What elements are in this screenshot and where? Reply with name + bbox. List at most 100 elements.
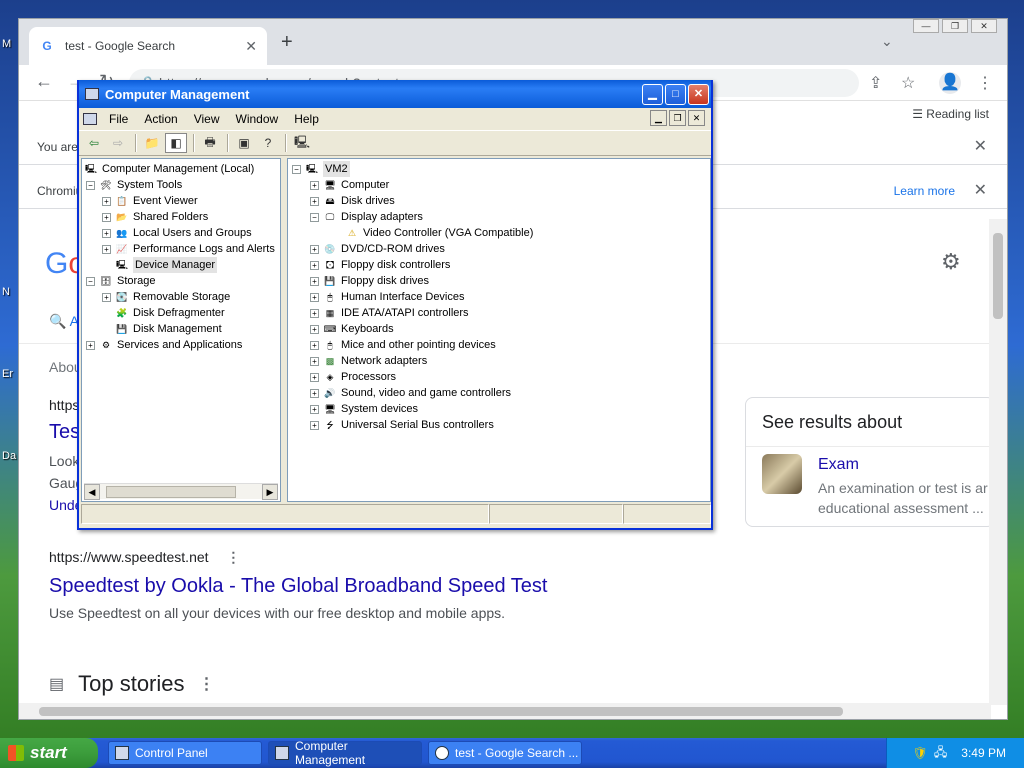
desktop-icon-label[interactable]: M: [2, 38, 11, 50]
expand-icon[interactable]: +: [310, 244, 319, 254]
result-more-icon[interactable]: ⋮: [226, 549, 240, 565]
device-category[interactable]: + ◈ Processors: [310, 369, 396, 385]
scrollbar-thumb[interactable]: [39, 707, 843, 716]
clock[interactable]: 3:49 PM: [961, 746, 1006, 760]
menu-dots-icon[interactable]: ⋮: [977, 73, 993, 93]
minimize-button[interactable]: ▁: [642, 84, 663, 105]
tree-item-removable-storage[interactable]: + 💽 Removable Storage: [102, 289, 230, 305]
device-category[interactable]: + 🖴 Disk drives: [310, 193, 395, 209]
device-category[interactable]: + 🔊 Sound, video and game controllers: [310, 385, 511, 401]
up-folder-icon[interactable]: 📁: [141, 133, 163, 153]
device-category[interactable]: + ▩ Network adapters: [310, 353, 427, 369]
mdi-minimize-button[interactable]: ▁: [650, 110, 667, 126]
desktop-icon-label[interactable]: Da: [2, 450, 16, 462]
start-button[interactable]: start: [0, 738, 98, 768]
expand-icon[interactable]: +: [310, 372, 319, 382]
expand-icon[interactable]: +: [310, 292, 319, 302]
expand-icon[interactable]: +: [102, 244, 111, 254]
cm-titlebar[interactable]: Computer Management ▁ □ ✕: [79, 80, 711, 108]
expand-icon[interactable]: +: [310, 260, 319, 270]
mmc-doc-icon[interactable]: [83, 113, 97, 125]
expand-icon[interactable]: +: [310, 356, 319, 366]
taskbar-item-chrome[interactable]: test - Google Search ...: [428, 741, 582, 765]
tree-item-computer-management[interactable]: 🖳 Computer Management (Local): [84, 161, 254, 177]
network-tray-icon[interactable]: 🖧: [934, 743, 947, 764]
scroll-right-icon[interactable]: ▶: [262, 484, 278, 500]
expand-icon[interactable]: +: [310, 420, 319, 430]
expand-icon[interactable]: +: [310, 196, 319, 206]
show-hide-tree-icon[interactable]: ◧: [165, 133, 187, 153]
device-root-vm2[interactable]: − 🖳 VM2: [292, 161, 350, 177]
device-category[interactable]: − 🖵 Display adapters: [310, 209, 423, 225]
device-category[interactable]: + 💾 Floppy disk drives: [310, 273, 429, 289]
security-shield-icon[interactable]: 🛡: [913, 746, 928, 760]
expand-icon[interactable]: +: [102, 292, 111, 302]
tree-item-storage[interactable]: − 🗄 Storage: [86, 273, 156, 289]
scan-hardware-icon[interactable]: 🖳: [291, 133, 313, 153]
menu-window[interactable]: Window: [228, 112, 287, 126]
tree-horizontal-scrollbar[interactable]: ◀ ▶: [84, 483, 278, 500]
maximize-button[interactable]: □: [665, 84, 686, 105]
scrollbar-thumb[interactable]: [993, 233, 1003, 319]
menu-view[interactable]: View: [186, 112, 228, 126]
device-category[interactable]: + 🖥 Computer: [310, 177, 389, 193]
close-button[interactable]: ✕: [971, 19, 997, 33]
back-arrow-icon[interactable]: ←: [35, 71, 53, 92]
expand-icon[interactable]: +: [310, 308, 319, 318]
device-category[interactable]: + ⭍ Universal Serial Bus controllers: [310, 417, 494, 433]
taskbar-item-control-panel[interactable]: Control Panel: [108, 741, 262, 765]
expand-icon[interactable]: +: [102, 196, 111, 206]
reading-list-button[interactable]: ☰ Reading list: [912, 107, 989, 121]
device-category[interactable]: + 🖥 System devices: [310, 401, 418, 417]
vertical-scrollbar[interactable]: [989, 219, 1007, 705]
expand-icon[interactable]: +: [310, 340, 319, 350]
share-icon[interactable]: ⇪: [869, 73, 882, 93]
tree-item-local-users[interactable]: + 👥 Local Users and Groups: [102, 225, 252, 241]
expand-icon[interactable]: +: [310, 180, 319, 190]
tab-close-icon[interactable]: ✕: [245, 38, 257, 55]
tree-item-device-manager[interactable]: 🖳 Device Manager: [115, 257, 218, 273]
device-category[interactable]: + 🖰 Mice and other pointing devices: [310, 337, 496, 353]
tab-google-search[interactable]: G test - Google Search ✕: [29, 27, 267, 65]
expand-icon[interactable]: +: [310, 404, 319, 414]
collapse-icon[interactable]: −: [86, 276, 95, 286]
tree-item-system-tools[interactable]: − 🛠 System Tools: [86, 177, 182, 193]
mdi-restore-button[interactable]: ❐: [669, 110, 686, 126]
expand-icon[interactable]: +: [86, 340, 95, 350]
restore-button[interactable]: ❐: [942, 19, 968, 33]
top-stories-more-icon[interactable]: ⋮: [199, 674, 215, 694]
device-category[interactable]: + ⌨ Keyboards: [310, 321, 394, 337]
tree-item-disk-defragmenter[interactable]: 🧩 Disk Defragmenter: [115, 305, 224, 321]
tree-item-disk-management[interactable]: 💾 Disk Management: [115, 321, 221, 337]
scroll-left-icon[interactable]: ◀: [84, 484, 100, 500]
profile-avatar[interactable]: 👤: [939, 72, 961, 94]
device-category[interactable]: + 🖸 Floppy disk controllers: [310, 257, 450, 273]
properties-icon[interactable]: ▣: [233, 133, 255, 153]
device-item[interactable]: ⚠ Video Controller (VGA Compatible): [345, 225, 533, 241]
minimize-button[interactable]: —: [913, 19, 939, 33]
collapse-icon[interactable]: −: [86, 180, 95, 190]
collapse-icon[interactable]: −: [292, 164, 301, 174]
menu-file[interactable]: File: [101, 112, 136, 126]
infobar-close-icon[interactable]: ✕: [974, 129, 987, 165]
card-item-title[interactable]: Exam: [818, 456, 859, 474]
tab-all[interactable]: 🔍 A: [49, 313, 79, 330]
print-icon[interactable]: 🖶: [199, 133, 221, 153]
expand-icon[interactable]: +: [102, 228, 111, 238]
console-tree[interactable]: 🖳 Computer Management (Local) − 🛠 System…: [81, 158, 281, 502]
new-tab-button[interactable]: +: [281, 31, 293, 54]
expand-icon[interactable]: +: [102, 212, 111, 222]
forward-arrow-icon[interactable]: ⇨: [107, 133, 129, 153]
result-title[interactable]: Tes: [49, 421, 80, 444]
bookmark-star-icon[interactable]: ☆: [901, 73, 915, 93]
tree-item-services-applications[interactable]: + ⚙ Services and Applications: [86, 337, 242, 353]
taskbar-item-computer-management[interactable]: Computer Management: [268, 739, 422, 767]
desktop-icon-label[interactable]: N: [2, 286, 10, 298]
close-button[interactable]: ✕: [688, 84, 709, 105]
expand-icon[interactable]: +: [310, 324, 319, 334]
tree-item-shared-folders[interactable]: + 📂 Shared Folders: [102, 209, 208, 225]
mdi-close-button[interactable]: ✕: [688, 110, 705, 126]
settings-gear-icon[interactable]: ⚙: [941, 249, 961, 275]
learn-more-link[interactable]: Learn more: [894, 173, 955, 209]
help-icon[interactable]: ?: [257, 133, 279, 153]
